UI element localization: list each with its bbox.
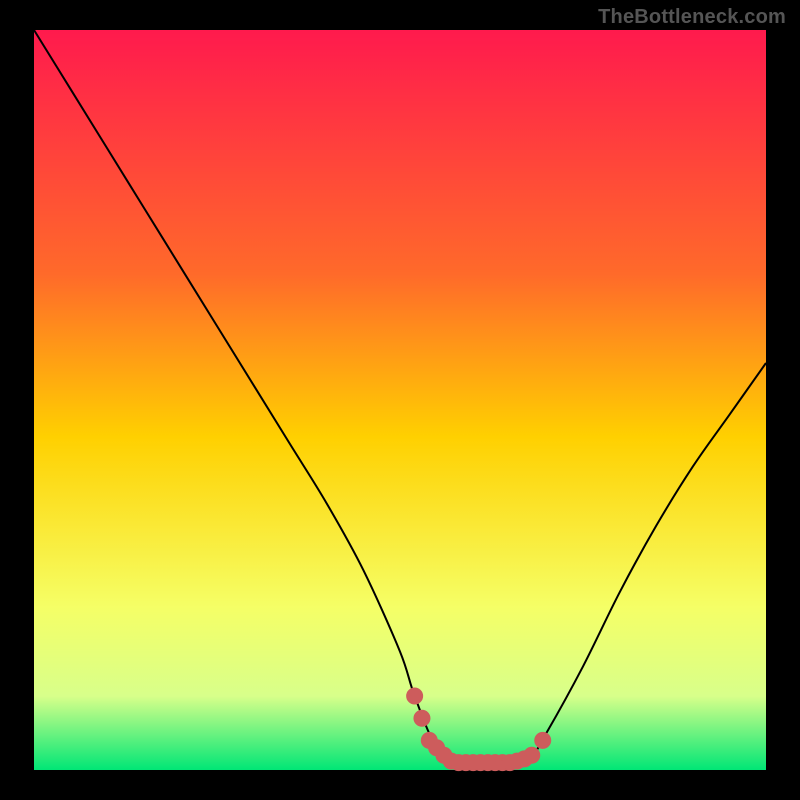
- gradient-background: [34, 30, 766, 770]
- curve-marker: [535, 732, 551, 748]
- curve-marker: [407, 688, 423, 704]
- curve-marker: [524, 747, 540, 763]
- chart-frame: TheBottleneck.com: [0, 0, 800, 800]
- curve-marker: [414, 710, 430, 726]
- bottleneck-chart: [0, 0, 800, 800]
- watermark-text: TheBottleneck.com: [598, 6, 786, 29]
